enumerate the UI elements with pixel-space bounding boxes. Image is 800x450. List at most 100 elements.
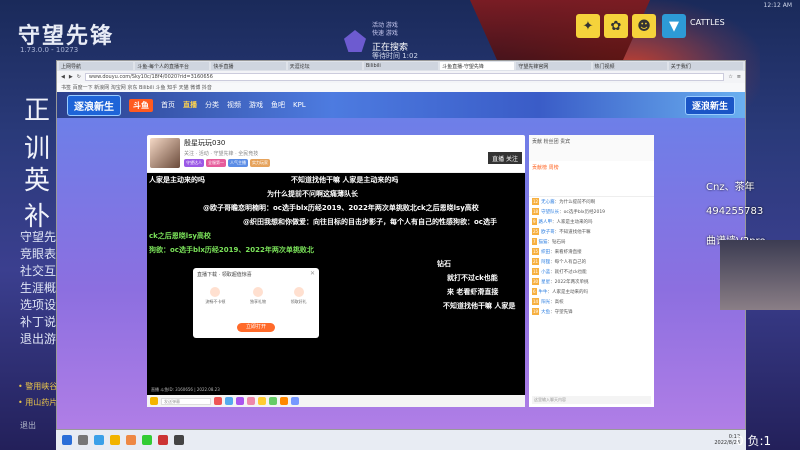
nav-category[interactable]: 分类 — [205, 100, 219, 110]
nav-video[interactable]: 视频 — [227, 100, 241, 110]
chat-username[interactable]: 织田 — [541, 250, 550, 255]
menu-big-1: 正 — [24, 96, 51, 126]
game-menu-item[interactable]: 守望先 — [20, 228, 56, 245]
app-icon[interactable] — [158, 435, 168, 445]
app-icon[interactable] — [94, 435, 104, 445]
danmu: 来 老看虾滑直接 — [447, 288, 499, 296]
event-logo[interactable]: 逐浪新生 — [67, 94, 121, 116]
chat-input[interactable]: 这里输入聊天内容 — [532, 396, 651, 404]
close-icon[interactable]: ✕ — [310, 270, 315, 277]
rank-board[interactable]: 贡献榜 周榜 — [529, 161, 654, 197]
avatar[interactable] — [150, 138, 180, 168]
danmu: @织田我想和你做爱：向往目标的目击步影子，每个人有自己的性感狗欲：oc选手 — [243, 218, 497, 226]
level-badge: 12 — [532, 198, 540, 205]
game-menu-item[interactable]: 补丁说 — [20, 313, 56, 330]
chat-username[interactable]: 路人甲 — [539, 220, 553, 225]
game-menu-item[interactable]: 生涯概 — [20, 279, 56, 296]
level-badge: 9 — [532, 218, 537, 225]
game-exit-label[interactable]: 退出 — [20, 420, 36, 431]
danmu: 就打不过ck也能 — [447, 274, 498, 282]
gift-icon[interactable] — [269, 397, 277, 405]
brand-logo[interactable]: 斗鱼 — [129, 98, 153, 112]
game-menu-item[interactable]: 社交互 — [20, 262, 56, 279]
browser-tab[interactable]: 天涯论坛 — [287, 62, 362, 70]
chat-username[interactable]: 小蓝 — [541, 270, 550, 275]
gift-icon[interactable] — [291, 397, 299, 405]
game-menu-item[interactable]: 竞眼表 — [20, 245, 56, 262]
browser-tab[interactable]: 快手直播 — [211, 62, 286, 70]
app-icon[interactable] — [174, 435, 184, 445]
chat-username[interactable]: 欧子哥 — [541, 230, 555, 235]
gift-icon[interactable] — [225, 397, 233, 405]
chat-username[interactable]: 阳光 — [541, 300, 550, 305]
gift-icon[interactable] — [150, 397, 158, 405]
back-icon[interactable]: ◀ — [61, 74, 65, 80]
game-menu-item[interactable]: 选项设 — [20, 296, 56, 313]
site-header: 逐浪新生 斗鱼 首页 直播 分类 视频 游戏 鱼吧 KPL 逐浪新生 — [57, 92, 745, 118]
chat-message: 21 阿狸：每个人有自己的 — [532, 258, 587, 265]
nav-live[interactable]: 直播 — [183, 100, 197, 110]
event-banner[interactable]: 逐浪新生 — [684, 95, 735, 115]
chat-username[interactable]: 守望队长 — [541, 210, 559, 215]
chat-text: 钻石局 — [552, 240, 566, 245]
taskbar: 0:12 2022/8/23 — [56, 430, 746, 450]
dialog-feature: 流畅不卡顿 — [205, 287, 225, 305]
chat-message: 30 星星：2022年两次单挑 — [532, 278, 589, 285]
browser-tab[interactable]: 关于我们 — [668, 62, 743, 70]
streamer-name[interactable]: 殷星玩玩030 — [184, 138, 484, 148]
nav-home[interactable]: 首页 — [161, 100, 175, 110]
nav-kpl[interactable]: KPL — [293, 101, 306, 109]
chat-username[interactable]: 牛牛 — [539, 290, 548, 295]
tab-bar: 上网导航 斗鱼-每个人的直播平台 快手直播 天涯论坛 Bilibili 斗鱼直播… — [57, 61, 745, 71]
gift-icon[interactable] — [280, 397, 288, 405]
level-badge: 11 — [532, 268, 540, 275]
gift-icon[interactable] — [258, 397, 266, 405]
chat-text: 高校 — [554, 300, 564, 305]
browser-tab[interactable]: 上网导航 — [59, 62, 134, 70]
chat-header[interactable]: 贡献 粉丝团 贵宾 — [529, 135, 654, 161]
open-app-button[interactable]: 立即打开 — [237, 323, 275, 332]
nav-yuba[interactable]: 鱼吧 — [271, 100, 285, 110]
reload-icon[interactable]: ↻ — [77, 74, 81, 80]
gift-icon[interactable] — [214, 397, 222, 405]
browser-tab[interactable]: 斗鱼-每个人的直播平台 — [135, 62, 210, 70]
star-icon[interactable]: ☆ — [728, 74, 732, 80]
friends-icon[interactable]: ☻ — [632, 14, 656, 38]
menu-icon[interactable]: ≡ — [737, 74, 741, 80]
folder-icon[interactable] — [110, 435, 120, 445]
paw-icon[interactable]: ✿ — [604, 14, 628, 38]
danmu: ck之后恩晓lsy高校 — [149, 232, 211, 240]
browser-tab[interactable]: 热门视频 — [592, 62, 667, 70]
chat-text: 为什么提前不问啊 — [559, 200, 596, 205]
forward-icon[interactable]: ▶ — [69, 74, 73, 80]
browser-tab[interactable]: 守望先锋官网 — [516, 62, 591, 70]
browser-tab[interactable]: Bilibili — [363, 62, 439, 70]
chat-username[interactable]: 猫猫 — [539, 240, 548, 245]
app-icon[interactable] — [142, 435, 152, 445]
chat-username[interactable]: 无心酱 — [541, 200, 555, 205]
chat-message: 11 小蓝：就打不过ck也能 — [532, 268, 587, 275]
chat-username[interactable]: 阿狸 — [541, 260, 550, 265]
url-input[interactable]: www.douyu.com/Sky10c/18f4/0020?rid=31606… — [84, 73, 725, 81]
chat-username[interactable]: 大鱼 — [541, 310, 550, 315]
app-icon[interactable] — [126, 435, 136, 445]
danmu-input[interactable]: 发送弹幕 — [161, 397, 211, 405]
game-news-item[interactable]: • 用山药片 — [18, 397, 57, 408]
streamer-tag: 全服第一 — [206, 159, 226, 167]
gift-icon[interactable] — [247, 397, 255, 405]
search-icon[interactable] — [78, 435, 88, 445]
bookmarks-bar[interactable]: 书签 百度一下 新浪网 淘宝网 京东 Bilibili 斗鱼 知乎 天猫 微博 … — [57, 83, 745, 92]
chat-username[interactable]: 星星 — [541, 280, 550, 285]
nav-game[interactable]: 游戏 — [249, 100, 263, 110]
game-news-item[interactable]: • 警用峡谷 — [18, 381, 57, 392]
browser-window: 上网导航 斗鱼-每个人的直播平台 快手直播 天涯论坛 Bilibili 斗鱼直播… — [56, 60, 746, 430]
streamer-info: 关注 · 活动 · 守望先锋 · 全民竞技 — [184, 151, 259, 157]
social-icon[interactable]: ✦ — [576, 14, 600, 38]
player-tag: CATTLES — [690, 18, 725, 27]
game-menu-item[interactable]: 退出游 — [20, 330, 56, 347]
follow-button[interactable]: 直播 关注 — [488, 152, 522, 164]
gift-icon[interactable] — [236, 397, 244, 405]
windows-icon[interactable] — [62, 435, 72, 445]
browser-tab-active[interactable]: 斗鱼直播-守望先锋 — [440, 62, 515, 70]
dialog-title: 直播下载 · 领取超值惊喜 — [197, 272, 252, 278]
